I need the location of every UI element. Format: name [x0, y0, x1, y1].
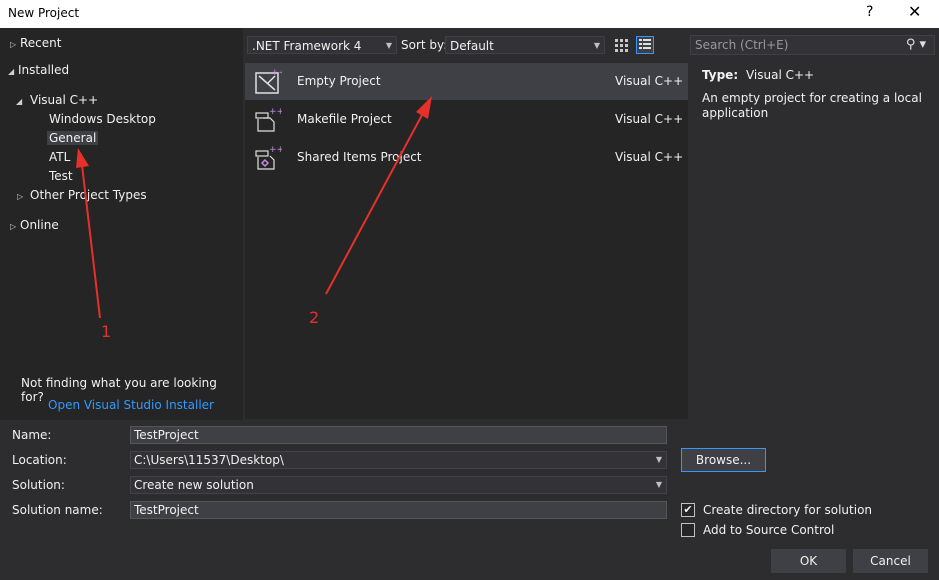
framework-dropdown[interactable]: .NET Framework 4 ▼	[247, 36, 397, 54]
expand-icon[interactable]: ▷	[10, 36, 20, 54]
tree-item-installed[interactable]: ◢ Installed	[8, 61, 69, 79]
close-button[interactable]: ✕	[908, 2, 921, 21]
project-type: Type: Visual C++	[702, 68, 814, 82]
tree-item-label: Installed	[18, 63, 70, 77]
help-button[interactable]: ?	[866, 4, 873, 20]
template-toolbar: .NET Framework 4 ▼ Sort by: Default ▼	[245, 28, 688, 60]
name-field[interactable]: TestProject	[130, 426, 667, 444]
details-pane: Search (Ctrl+E) ⚲ ▾ Type: Visual C++ An …	[690, 28, 939, 420]
type-label: Type:	[702, 68, 739, 82]
name-label: Name:	[12, 428, 52, 442]
source-control-checkbox[interactable]	[681, 523, 695, 537]
location-label: Location:	[12, 453, 67, 467]
project-name: Shared Items Project	[297, 150, 422, 164]
shared-items-project-icon: ++	[255, 145, 282, 170]
sort-by-label: Sort by:	[401, 38, 448, 52]
type-value: Visual C++	[745, 68, 815, 82]
browse-button[interactable]: Browse...	[681, 448, 766, 472]
solution-name-value: TestProject	[134, 503, 199, 517]
tree-item-test[interactable]: Test	[49, 167, 73, 185]
sort-value: Default	[450, 39, 494, 53]
project-language: Visual C++	[615, 74, 684, 88]
open-installer-link[interactable]: Open Visual Studio Installer	[48, 398, 214, 412]
makefile-project-icon: ++	[255, 107, 282, 132]
solution-name-field[interactable]: TestProject	[130, 501, 667, 519]
tree-item-atl[interactable]: ATL	[49, 148, 70, 166]
tree-item-general[interactable]: General	[47, 129, 99, 147]
svg-text:++: ++	[271, 68, 282, 78]
search-input[interactable]: Search (Ctrl+E) ⚲ ▾	[690, 35, 935, 55]
solution-dropdown[interactable]: Create new solution ▼	[130, 476, 667, 494]
create-directory-checkbox[interactable]: ✔	[681, 503, 695, 517]
create-directory-label: Create directory for solution	[703, 503, 873, 517]
collapse-icon[interactable]: ◢	[16, 93, 26, 111]
solution-name-label: Solution name:	[12, 503, 103, 517]
list-item-empty-project[interactable]: ++ Empty Project Visual C++	[245, 63, 688, 100]
solution-label: Solution:	[12, 478, 65, 492]
annotation-label-1: 1	[101, 322, 112, 341]
tree-item-label: ATL	[49, 150, 71, 164]
expand-icon[interactable]: ▷	[17, 188, 27, 206]
solution-value: Create new solution	[134, 478, 254, 492]
tree-item-windows-desktop[interactable]: Windows Desktop	[49, 110, 156, 128]
tree-item-online[interactable]: ▷ Online	[10, 216, 59, 234]
svg-text:++: ++	[269, 107, 282, 117]
project-name: Empty Project	[297, 74, 381, 88]
grid-view-icon	[615, 39, 628, 52]
list-item-shared-items-project[interactable]: ++ Shared Items Project Visual C++	[245, 139, 688, 176]
framework-value: .NET Framework 4	[252, 39, 362, 53]
list-view-button[interactable]	[636, 36, 654, 54]
template-tree-pane: ▷ Recent ◢ Installed ◢ Visual C++ Windows D…	[0, 28, 243, 420]
project-template-list: ++ Empty Project Visual C++ ++ Makefile …	[245, 63, 688, 419]
tree-item-label: Visual C++	[30, 93, 99, 107]
title-bar: New Project ? ✕	[0, 0, 939, 28]
ok-button[interactable]: OK	[771, 549, 846, 573]
empty-project-icon: ++	[255, 68, 282, 94]
small-icons-view-button[interactable]	[612, 36, 630, 54]
project-language: Visual C++	[615, 112, 684, 126]
expand-icon[interactable]: ▷	[10, 218, 20, 236]
collapse-icon[interactable]: ◢	[8, 63, 18, 81]
tree-item-other-project-types[interactable]: ▷ Other Project Types	[17, 186, 147, 204]
chevron-down-icon: ▼	[655, 480, 662, 489]
search-icon[interactable]: ⚲ ▾	[906, 36, 926, 54]
chevron-down-icon[interactable]: ▼	[656, 452, 662, 468]
tree-item-recent[interactable]: ▷ Recent	[10, 34, 61, 52]
location-field[interactable]: C:\Users\11537\Desktop\ ▼	[130, 451, 667, 469]
sort-dropdown[interactable]: Default ▼	[445, 36, 605, 54]
list-item-makefile-project[interactable]: ++ Makefile Project Visual C++	[245, 101, 688, 138]
project-language: Visual C++	[615, 150, 684, 164]
tree-item-label: Windows Desktop	[49, 112, 156, 126]
project-name: Makefile Project	[297, 112, 392, 126]
tree-item-label: Other Project Types	[30, 188, 147, 202]
window-title: New Project	[8, 6, 80, 20]
tree-item-label: Recent	[20, 36, 62, 50]
tree-item-label: Online	[20, 218, 59, 232]
tree-item-label: Test	[49, 169, 73, 183]
annotation-label-2: 2	[309, 308, 320, 327]
search-placeholder: Search (Ctrl+E)	[695, 38, 789, 52]
location-value: C:\Users\11537\Desktop\	[134, 453, 284, 467]
tree-item-visual-cpp[interactable]: ◢ Visual C++	[16, 91, 98, 109]
name-value: TestProject	[134, 428, 199, 442]
chevron-down-icon: ▼	[593, 41, 600, 50]
chevron-down-icon: ▼	[385, 41, 392, 50]
tree-item-label: General	[47, 131, 99, 145]
checkmark-icon: ✔	[683, 503, 693, 516]
svg-text:++: ++	[269, 145, 282, 155]
list-view-icon	[639, 39, 651, 49]
cancel-button[interactable]: Cancel	[853, 549, 928, 573]
project-description: An empty project for creating a local ap…	[702, 91, 922, 120]
project-settings-form: Name: TestProject Location: C:\Users\115…	[0, 420, 939, 580]
source-control-label: Add to Source Control	[703, 523, 835, 537]
